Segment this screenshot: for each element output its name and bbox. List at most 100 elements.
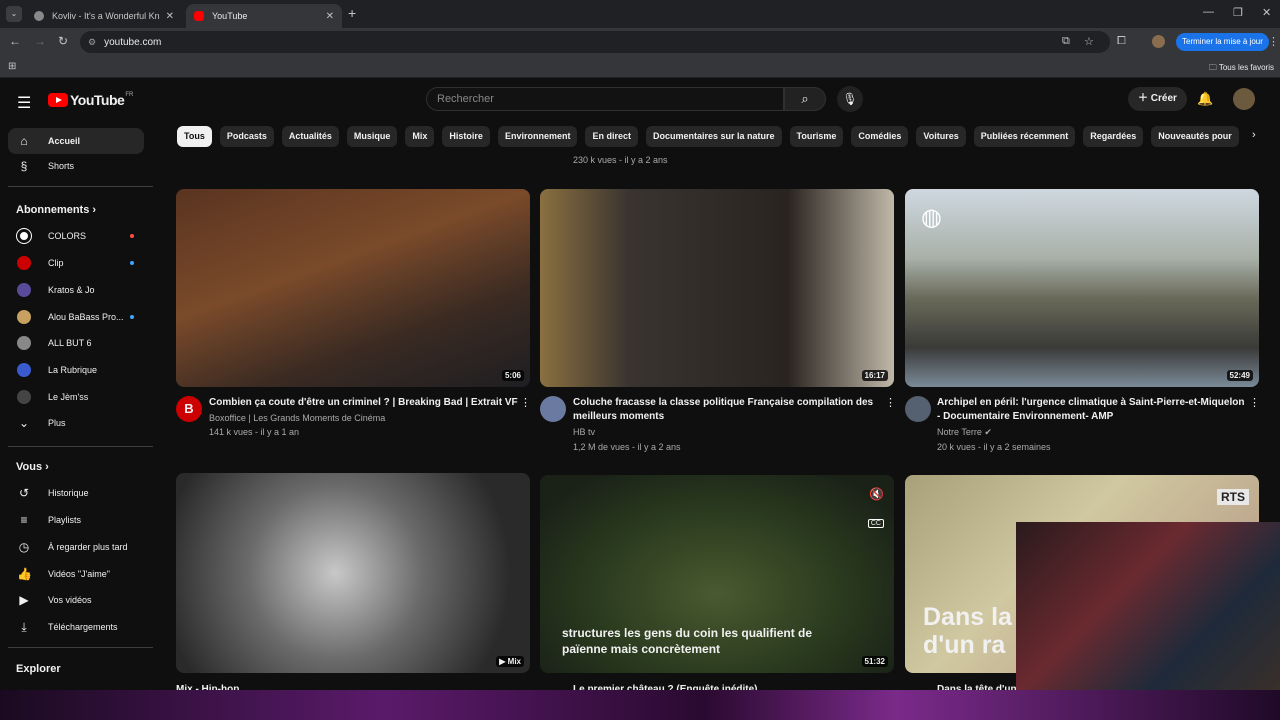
reload-button[interactable]: ↻ xyxy=(58,34,68,48)
channel-avatar xyxy=(17,256,31,270)
divider xyxy=(8,186,153,187)
sidebar-item-more[interactable]: ⌄ Plus xyxy=(8,410,144,436)
sidebar-item-your-videos[interactable]: ▶ Vos vidéos xyxy=(8,587,144,613)
sidebar-item-home[interactable]: ⌂ Accueil xyxy=(8,128,144,154)
channel-name[interactable]: HB tv xyxy=(573,425,595,439)
chip[interactable]: Publiées récemment xyxy=(973,126,1076,147)
sidebar-item-history[interactable]: ↺ Historique xyxy=(8,480,144,506)
more-options-icon[interactable]: ⋮ xyxy=(520,396,531,409)
channel-avatar xyxy=(17,310,31,324)
bookmark-star-icon[interactable]: ☆ xyxy=(1084,35,1094,48)
sidebar-item-subscription[interactable]: Clip xyxy=(8,250,144,276)
chip[interactable]: Tourisme xyxy=(789,126,844,147)
more-options-icon[interactable]: ⋮ xyxy=(885,396,896,409)
duration-badge: 5:06 xyxy=(501,370,524,381)
video-title[interactable]: Coluche fracasse la classe politique Fra… xyxy=(573,396,883,424)
microphone-icon[interactable]: 🎙 xyxy=(837,86,863,112)
channel-avatar[interactable] xyxy=(540,396,566,422)
sidebar-item-subscription[interactable]: Alou BaBass Pro... xyxy=(8,304,144,330)
sidebar-item-label: La Rubrique xyxy=(48,365,98,375)
channel-name[interactable]: Notre Terre ✔ xyxy=(937,425,992,439)
video-thumbnail[interactable]: ◍ 52:49 xyxy=(905,189,1259,387)
video-title[interactable]: Archipel en péril: l'urgence climatique … xyxy=(937,396,1247,424)
sidebar-item-playlists[interactable]: ≡ Playlists xyxy=(8,507,144,533)
sidebar-item-shorts[interactable]: § Shorts xyxy=(8,153,144,179)
chip[interactable]: Mix xyxy=(405,126,435,147)
video-thumbnail[interactable]: ▶ Mix xyxy=(176,473,530,673)
video-meta: 230 k vues - il y a 2 ans xyxy=(573,155,668,165)
video-title[interactable]: Combien ça coute d'être un criminel ? | … xyxy=(209,396,519,410)
browser-tab[interactable]: Kovliv - It's a Wonderful Knife ( ✕ xyxy=(26,4,182,28)
verified-icon: ✔ xyxy=(984,427,992,437)
sidebar-item-label: Plus xyxy=(48,418,66,428)
chevron-right-icon[interactable]: › xyxy=(1252,129,1256,141)
cast-icon[interactable]: ⧉ xyxy=(1062,35,1070,48)
sidebar-item-downloads[interactable]: ⤓ Téléchargements xyxy=(8,614,144,640)
profile-avatar[interactable] xyxy=(1152,35,1165,48)
chip[interactable]: Voitures xyxy=(916,126,966,147)
mute-icon[interactable]: 🔇 xyxy=(869,487,884,501)
extensions-icon[interactable]: ⧠ xyxy=(1117,35,1126,48)
chip[interactable]: Comédies xyxy=(851,126,909,147)
chevron-right-icon: › xyxy=(45,461,49,473)
chip[interactable]: Podcasts xyxy=(219,126,274,147)
minimize-button[interactable]: — xyxy=(1203,6,1214,18)
chip[interactable]: Musique xyxy=(346,126,398,147)
video-thumbnail[interactable]: 🔇 CC structures les gens du coin les qua… xyxy=(540,475,894,673)
forward-button[interactable]: → xyxy=(34,34,46,48)
new-tab-button[interactable]: + xyxy=(348,5,356,21)
logo-region: FR xyxy=(125,92,134,98)
browser-tab-active[interactable]: YouTube ✕ xyxy=(186,4,342,28)
close-tab-icon[interactable]: ✕ xyxy=(166,11,174,22)
site-info-icon[interactable]: ⚙ xyxy=(88,37,96,48)
more-options-icon[interactable]: ⋮ xyxy=(1249,396,1260,409)
chip[interactable]: Actualités xyxy=(281,126,339,147)
search-icon[interactable]: ⌕ xyxy=(784,87,826,111)
sidebar-item-subscription[interactable]: Le Jèm'ss xyxy=(8,384,144,410)
subscriptions-heading[interactable]: Abonnements › xyxy=(16,204,96,216)
chip[interactable]: Regardées xyxy=(1083,126,1144,147)
you-title: Vous xyxy=(16,461,43,473)
menu-icon[interactable]: ☰ xyxy=(17,93,31,113)
channel-avatar xyxy=(17,336,31,350)
tab-search-button[interactable]: ⌄ xyxy=(6,6,22,22)
sidebar-item-subscription[interactable]: COLORS xyxy=(8,223,144,249)
sidebar-item-subscription[interactable]: Kratos & Jo xyxy=(8,277,144,303)
captions-icon[interactable]: CC xyxy=(867,519,884,528)
chip[interactable]: Nouveautés pour xyxy=(1151,126,1239,147)
video-thumbnail[interactable]: 5:06 xyxy=(176,189,530,387)
sidebar-item-label: COLORS xyxy=(48,231,87,241)
channel-name[interactable]: Boxoffice | Les Grands Moments de Cinéma xyxy=(209,411,385,425)
sidebar-item-subscription[interactable]: ALL BUT 6 xyxy=(8,330,144,356)
all-bookmarks-button[interactable]: 🗀 Tous les favoris xyxy=(1209,62,1274,76)
you-heading[interactable]: Vous › xyxy=(16,461,49,473)
browser-menu-icon[interactable]: ⋮ xyxy=(1268,35,1279,48)
sidebar-item-label: Vidéos "J'aime" xyxy=(48,569,110,579)
video-meta: 1,2 M de vues - il y a 2 ans xyxy=(573,442,681,452)
sidebar-item-watch-later[interactable]: ◷ À regarder plus tard xyxy=(8,534,144,560)
chip[interactable]: En direct xyxy=(585,126,638,147)
update-button[interactable]: Terminer la mise à jour xyxy=(1176,33,1269,51)
close-tab-icon[interactable]: ✕ xyxy=(326,11,334,22)
sidebar-item-liked[interactable]: 👍 Vidéos "J'aime" xyxy=(8,561,144,587)
back-button[interactable]: ← xyxy=(9,34,21,48)
sidebar-item-subscription[interactable]: La Rubrique xyxy=(8,357,144,383)
user-avatar[interactable] xyxy=(1233,88,1255,110)
chip[interactable]: Documentaires sur la nature xyxy=(645,126,782,147)
create-button[interactable]: ＋ Créer xyxy=(1128,87,1187,111)
playlist-icon: ≡ xyxy=(20,513,28,527)
notifications-bell-icon[interactable]: 🔔 xyxy=(1197,91,1213,107)
channel-avatar[interactable]: B xyxy=(176,396,202,422)
chip[interactable]: Tous xyxy=(177,126,212,147)
close-window-button[interactable]: ✕ xyxy=(1262,6,1271,19)
chevron-right-icon: › xyxy=(92,204,97,216)
search-input[interactable]: Rechercher xyxy=(426,87,784,111)
channel-avatar[interactable] xyxy=(905,396,931,422)
restore-button[interactable]: ❐ xyxy=(1233,6,1243,19)
chip[interactable]: Environnement xyxy=(497,126,578,147)
address-bar[interactable]: ⚙ youtube.com xyxy=(80,31,1110,53)
apps-grid-icon[interactable]: ⊞ xyxy=(8,61,16,72)
video-thumbnail[interactable]: 16:17 xyxy=(540,189,894,387)
chip[interactable]: Histoire xyxy=(442,126,490,147)
youtube-logo[interactable]: YouTube FR xyxy=(48,92,133,108)
